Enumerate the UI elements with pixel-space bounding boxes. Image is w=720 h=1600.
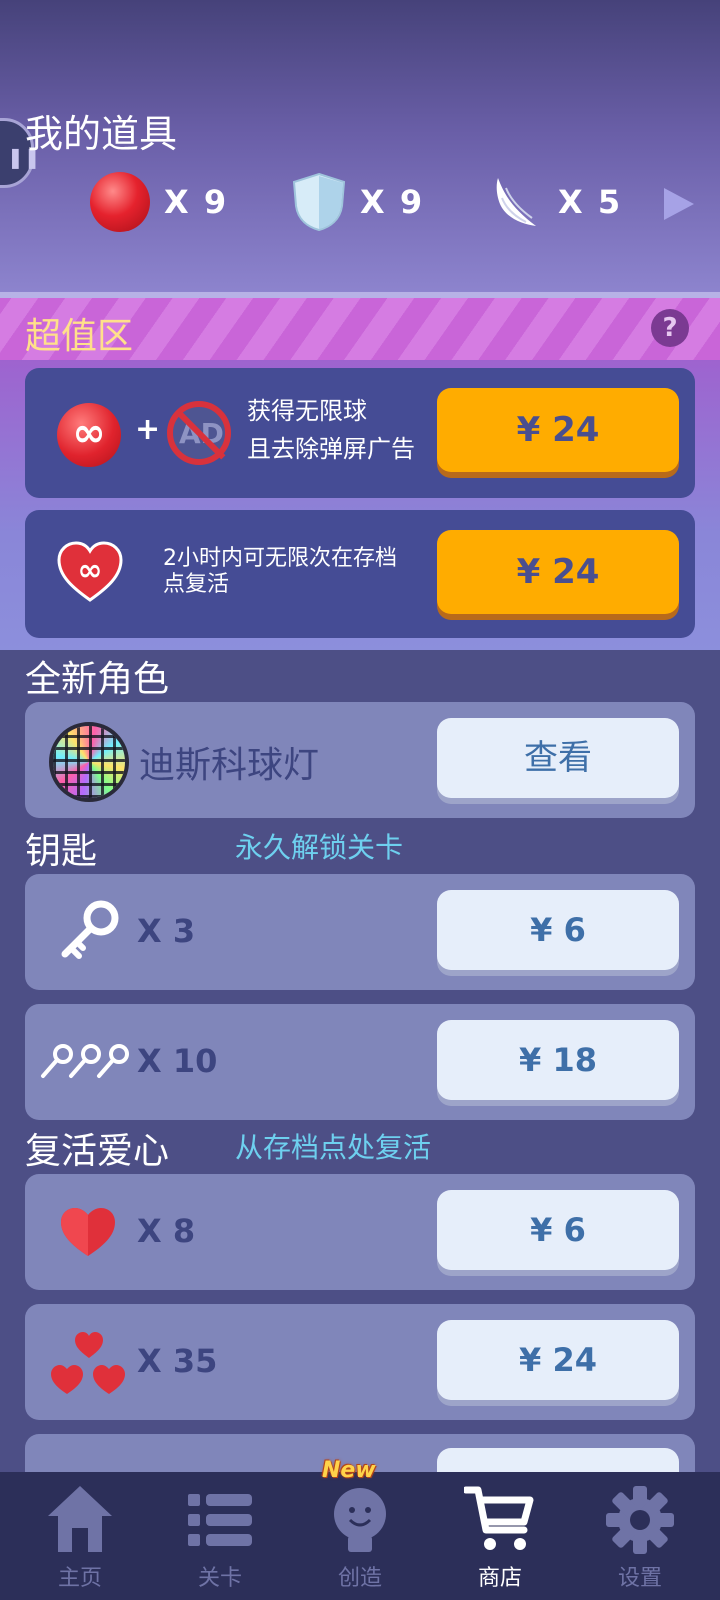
plus-sign: + xyxy=(135,412,161,447)
keys-title: 钥匙 xyxy=(25,831,98,872)
offer-unlimited-balls: ∞ + AD 获得无限球 且去除弹屏广告 ¥ 24 xyxy=(25,368,695,498)
inventory-item-wing: X 5 xyxy=(492,170,622,234)
nav-shop[interactable]: 商店 xyxy=(440,1472,560,1600)
super-value-body: ∞ + AD 获得无限球 且去除弹屏广告 ¥ 24 ∞ 2小时内可无限次在存档点… xyxy=(0,360,720,650)
heart-pack-35: X 35 ¥ 24 xyxy=(25,1304,695,1420)
new-badge: New xyxy=(322,1458,376,1483)
buy-keys-3-button[interactable]: ¥ 6 xyxy=(437,890,679,970)
ball-count: X 9 xyxy=(164,183,229,221)
list-icon xyxy=(188,1494,252,1546)
nav-shop-label: 商店 xyxy=(477,1566,522,1591)
offer-description: 2小时内可无限次在存档点复活 xyxy=(163,546,397,597)
nav-create-label: 创造 xyxy=(337,1566,382,1591)
key-quantity: X 10 xyxy=(137,1042,218,1080)
heart-pack-8: X 8 ¥ 6 xyxy=(25,1174,695,1290)
inventory-title: 我的道具 xyxy=(25,112,178,156)
character-name: 迪斯科球灯 xyxy=(139,745,320,786)
character-card: 迪斯科球灯 查看 xyxy=(25,702,695,818)
no-ads-icon: AD xyxy=(167,401,231,465)
cart-icon xyxy=(464,1486,534,1550)
heart-quantity: X 35 xyxy=(137,1342,218,1380)
buy-keys-10-button[interactable]: ¥ 18 xyxy=(437,1020,679,1100)
wing-count: X 5 xyxy=(558,183,623,221)
inventory-item-ball: X 9 xyxy=(90,170,228,234)
key-pack-3: X 3 ¥ 6 xyxy=(25,874,695,990)
heart-quantity: X 8 xyxy=(137,1212,196,1250)
wing-icon xyxy=(496,178,536,226)
revive-hearts-title: 复活爱心 xyxy=(25,1131,170,1172)
shield-count: X 9 xyxy=(360,183,425,221)
infinite-heart-icon: ∞ xyxy=(57,541,123,602)
buy-hearts-35-button[interactable]: ¥ 24 xyxy=(437,1320,679,1400)
inventory-item-shield: X 9 xyxy=(292,170,424,234)
home-icon xyxy=(48,1486,112,1552)
keys-icon xyxy=(41,1044,129,1078)
key-quantity: X 3 xyxy=(137,912,196,950)
nav-create[interactable]: 创造 xyxy=(300,1472,420,1600)
new-character-title: 全新角色 xyxy=(25,659,170,700)
infinity-symbol: ∞ xyxy=(78,553,103,588)
offer-unlimited-revive: ∞ 2小时内可无限次在存档点复活 ¥ 24 xyxy=(25,510,695,638)
disco-ball-icon xyxy=(49,722,129,802)
key-icon xyxy=(61,900,119,959)
super-value-header: 超值区 ? xyxy=(0,298,720,360)
offer-line-1: 获得无限球 xyxy=(247,397,367,425)
keys-subtitle: 永久解锁关卡 xyxy=(235,831,404,864)
red-ball-icon xyxy=(90,172,150,232)
inventory-panel: ❚❚ 我的道具 X 9 X 9 X 5 xyxy=(0,0,720,298)
scroll-right-arrow-icon[interactable] xyxy=(664,188,694,220)
revive-hearts-subtitle: 从存档点处复活 xyxy=(235,1131,432,1164)
buy-hearts-8-button[interactable]: ¥ 6 xyxy=(437,1190,679,1270)
view-character-button[interactable]: 查看 xyxy=(437,718,679,798)
nav-home[interactable]: 主页 xyxy=(20,1472,140,1600)
nav-levels-label: 关卡 xyxy=(197,1566,242,1591)
super-value-title: 超值区 xyxy=(25,316,134,357)
heart-icon xyxy=(61,1208,115,1256)
help-icon[interactable]: ? xyxy=(651,309,689,347)
key-pack-10: X 10 ¥ 18 xyxy=(25,1004,695,1120)
buy-unlimited-balls-button[interactable]: ¥ 24 xyxy=(437,388,679,472)
buy-unlimited-revive-button[interactable]: ¥ 24 xyxy=(437,530,679,614)
infinite-ball-icon: ∞ xyxy=(57,403,121,467)
nav-settings[interactable]: 设置 xyxy=(580,1472,700,1600)
nav-settings-label: 设置 xyxy=(617,1566,662,1591)
lightbulb-icon xyxy=(334,1488,386,1552)
offer-line-2: 且去除弹屏广告 xyxy=(247,435,415,463)
shield-icon xyxy=(292,172,346,232)
gear-icon xyxy=(606,1486,674,1554)
nav-levels[interactable]: 关卡 xyxy=(160,1472,280,1600)
bottom-nav: 主页 关卡 创造 商店 设置 xyxy=(0,1472,720,1600)
offer-description: 获得无限球 且去除弹屏广告 xyxy=(247,392,415,468)
nav-home-label: 主页 xyxy=(57,1566,102,1591)
hearts-icon xyxy=(51,1332,125,1394)
